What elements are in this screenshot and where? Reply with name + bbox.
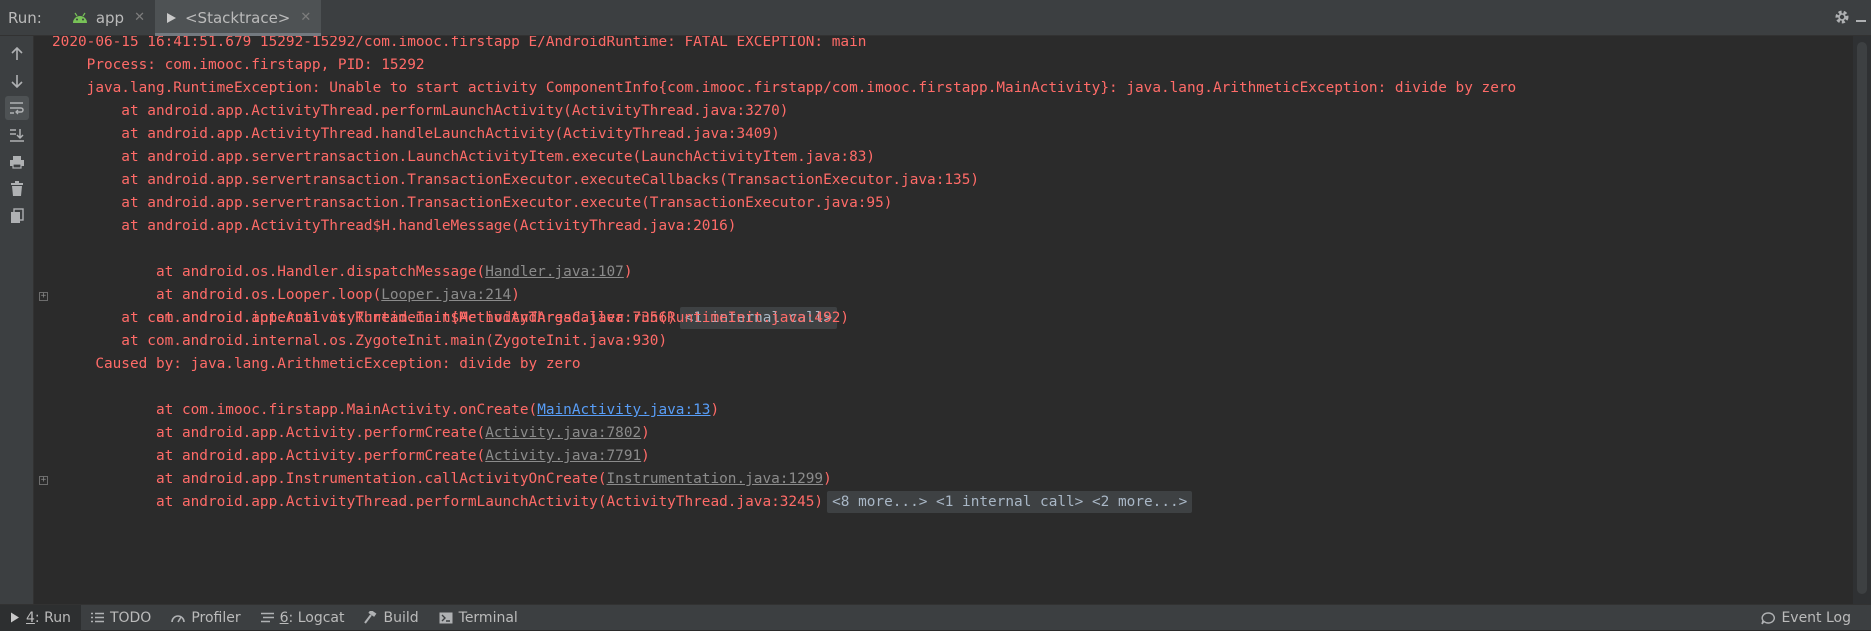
console-output[interactable]: 2020-06-15 16:41:51.679 15292-15292/com.… xyxy=(34,36,1853,604)
log-line: at android.app.ActivityThread.performLau… xyxy=(52,103,789,119)
log-line: at android.app.Instrumentation.callActiv… xyxy=(52,445,832,487)
caused-by-line: Caused by: java.lang.ArithmeticException… xyxy=(52,356,581,372)
play-icon xyxy=(165,12,177,24)
trash-icon[interactable] xyxy=(5,177,29,201)
log-line: Process: com.imooc.firstapp, PID: 15292 xyxy=(52,57,425,73)
tool-window-terminal[interactable]: Terminal xyxy=(429,605,528,631)
tool-window-label: Profiler xyxy=(191,609,241,626)
run-tab-bar: Run: app ✕ <Stacktrace> ✕ xyxy=(0,0,1871,36)
tool-window-number: 4 xyxy=(26,609,35,626)
tool-window-logcat[interactable]: 6: Logcat xyxy=(251,605,355,631)
tool-window-label: TODO xyxy=(109,609,152,626)
soft-wrap-icon[interactable] xyxy=(5,96,29,120)
expand-fold-icon[interactable]: + xyxy=(39,292,48,301)
log-line: 2020-06-15 16:41:51.679 15292-15292/com.… xyxy=(52,36,867,50)
scroll-to-end-icon[interactable] xyxy=(5,123,29,147)
print-icon[interactable] xyxy=(5,150,29,174)
minimize-icon[interactable] xyxy=(1855,8,1867,27)
close-icon[interactable]: ✕ xyxy=(134,10,145,25)
profiler-icon xyxy=(171,612,186,623)
event-log-label: Event Log xyxy=(1781,610,1851,626)
log-line: at android.app.servertransaction.LaunchA… xyxy=(52,149,876,165)
copy-icon[interactable] xyxy=(5,204,29,228)
console-toolbar xyxy=(0,36,34,604)
down-arrow-icon[interactable] xyxy=(5,69,29,93)
tool-window-number: 6 xyxy=(279,609,289,626)
gear-icon[interactable] xyxy=(1833,8,1851,30)
log-line: at android.app.servertransaction.Transac… xyxy=(52,172,980,188)
scrollbar-thumb[interactable] xyxy=(1857,42,1867,594)
terminal-icon xyxy=(439,612,453,624)
tab-stacktrace-label: <Stacktrace> xyxy=(184,8,291,27)
tool-window-bar: 4: Run TODO Profiler 6: Logcat Build Ter… xyxy=(0,604,1871,631)
tab-stacktrace[interactable]: <Stacktrace> ✕ xyxy=(154,0,322,36)
folded-calls[interactable]: <8 more...> <1 internal call> <2 more...… xyxy=(827,491,1193,513)
log-line: java.lang.RuntimeException: Unable to st… xyxy=(52,80,1517,96)
log-line: at com.android.internal.os.RuntimeInit$M… xyxy=(52,310,850,326)
up-arrow-icon[interactable] xyxy=(5,42,29,66)
tool-window-run[interactable]: 4: Run xyxy=(0,604,81,631)
log-line-text: at android.app.ActivityThread.performLau… xyxy=(86,494,824,510)
todo-icon xyxy=(90,612,104,623)
tab-app-label: app xyxy=(95,8,125,27)
tool-window-label: : Run xyxy=(34,609,71,626)
tool-window-label: Build xyxy=(383,609,419,626)
log-line: at android.app.ActivityThread$H.handleMe… xyxy=(52,218,737,234)
log-line: at com.android.internal.os.ZygoteInit.ma… xyxy=(52,333,668,349)
log-line: at com.imooc.firstapp.MainActivity.onCre… xyxy=(52,376,719,418)
event-log-button[interactable]: Event Log xyxy=(1761,605,1851,631)
hammer-icon xyxy=(364,611,377,624)
log-line: at android.app.ActivityThread.main(Activ… xyxy=(52,284,838,329)
log-line: at android.app.Activity.performCreate(Ac… xyxy=(52,399,650,441)
log-line: at android.app.ActivityThread.performLau… xyxy=(52,468,1193,513)
speech-bubble-icon xyxy=(1761,611,1776,625)
log-line: at android.app.ActivityThread.handleLaun… xyxy=(52,126,780,142)
log-line-suffix: ) xyxy=(623,264,633,280)
log-line: at android.app.servertransaction.Transac… xyxy=(52,195,893,211)
tab-app[interactable]: app ✕ xyxy=(62,0,155,36)
run-icon xyxy=(10,612,20,623)
close-icon[interactable]: ✕ xyxy=(300,10,311,25)
logcat-icon xyxy=(260,612,274,623)
log-line-suffix: ) xyxy=(710,402,720,418)
tool-window-todo[interactable]: TODO xyxy=(81,605,161,631)
expand-fold-icon[interactable]: + xyxy=(39,476,48,485)
android-icon xyxy=(72,12,88,24)
tool-window-profiler[interactable]: Profiler xyxy=(161,605,250,631)
run-label: Run: xyxy=(8,8,42,27)
log-line: at android.os.Handler.dispatchMessage(Ha… xyxy=(52,238,633,280)
tool-window-label: : Logcat xyxy=(288,609,345,626)
vertical-scrollbar[interactable] xyxy=(1853,36,1871,604)
tool-window-build[interactable]: Build xyxy=(354,605,428,631)
log-line: at android.app.Activity.performCreate(Ac… xyxy=(52,422,650,464)
tool-window-label: Terminal xyxy=(458,609,518,626)
log-line: at android.os.Looper.loop(Looper.java:21… xyxy=(52,261,520,303)
